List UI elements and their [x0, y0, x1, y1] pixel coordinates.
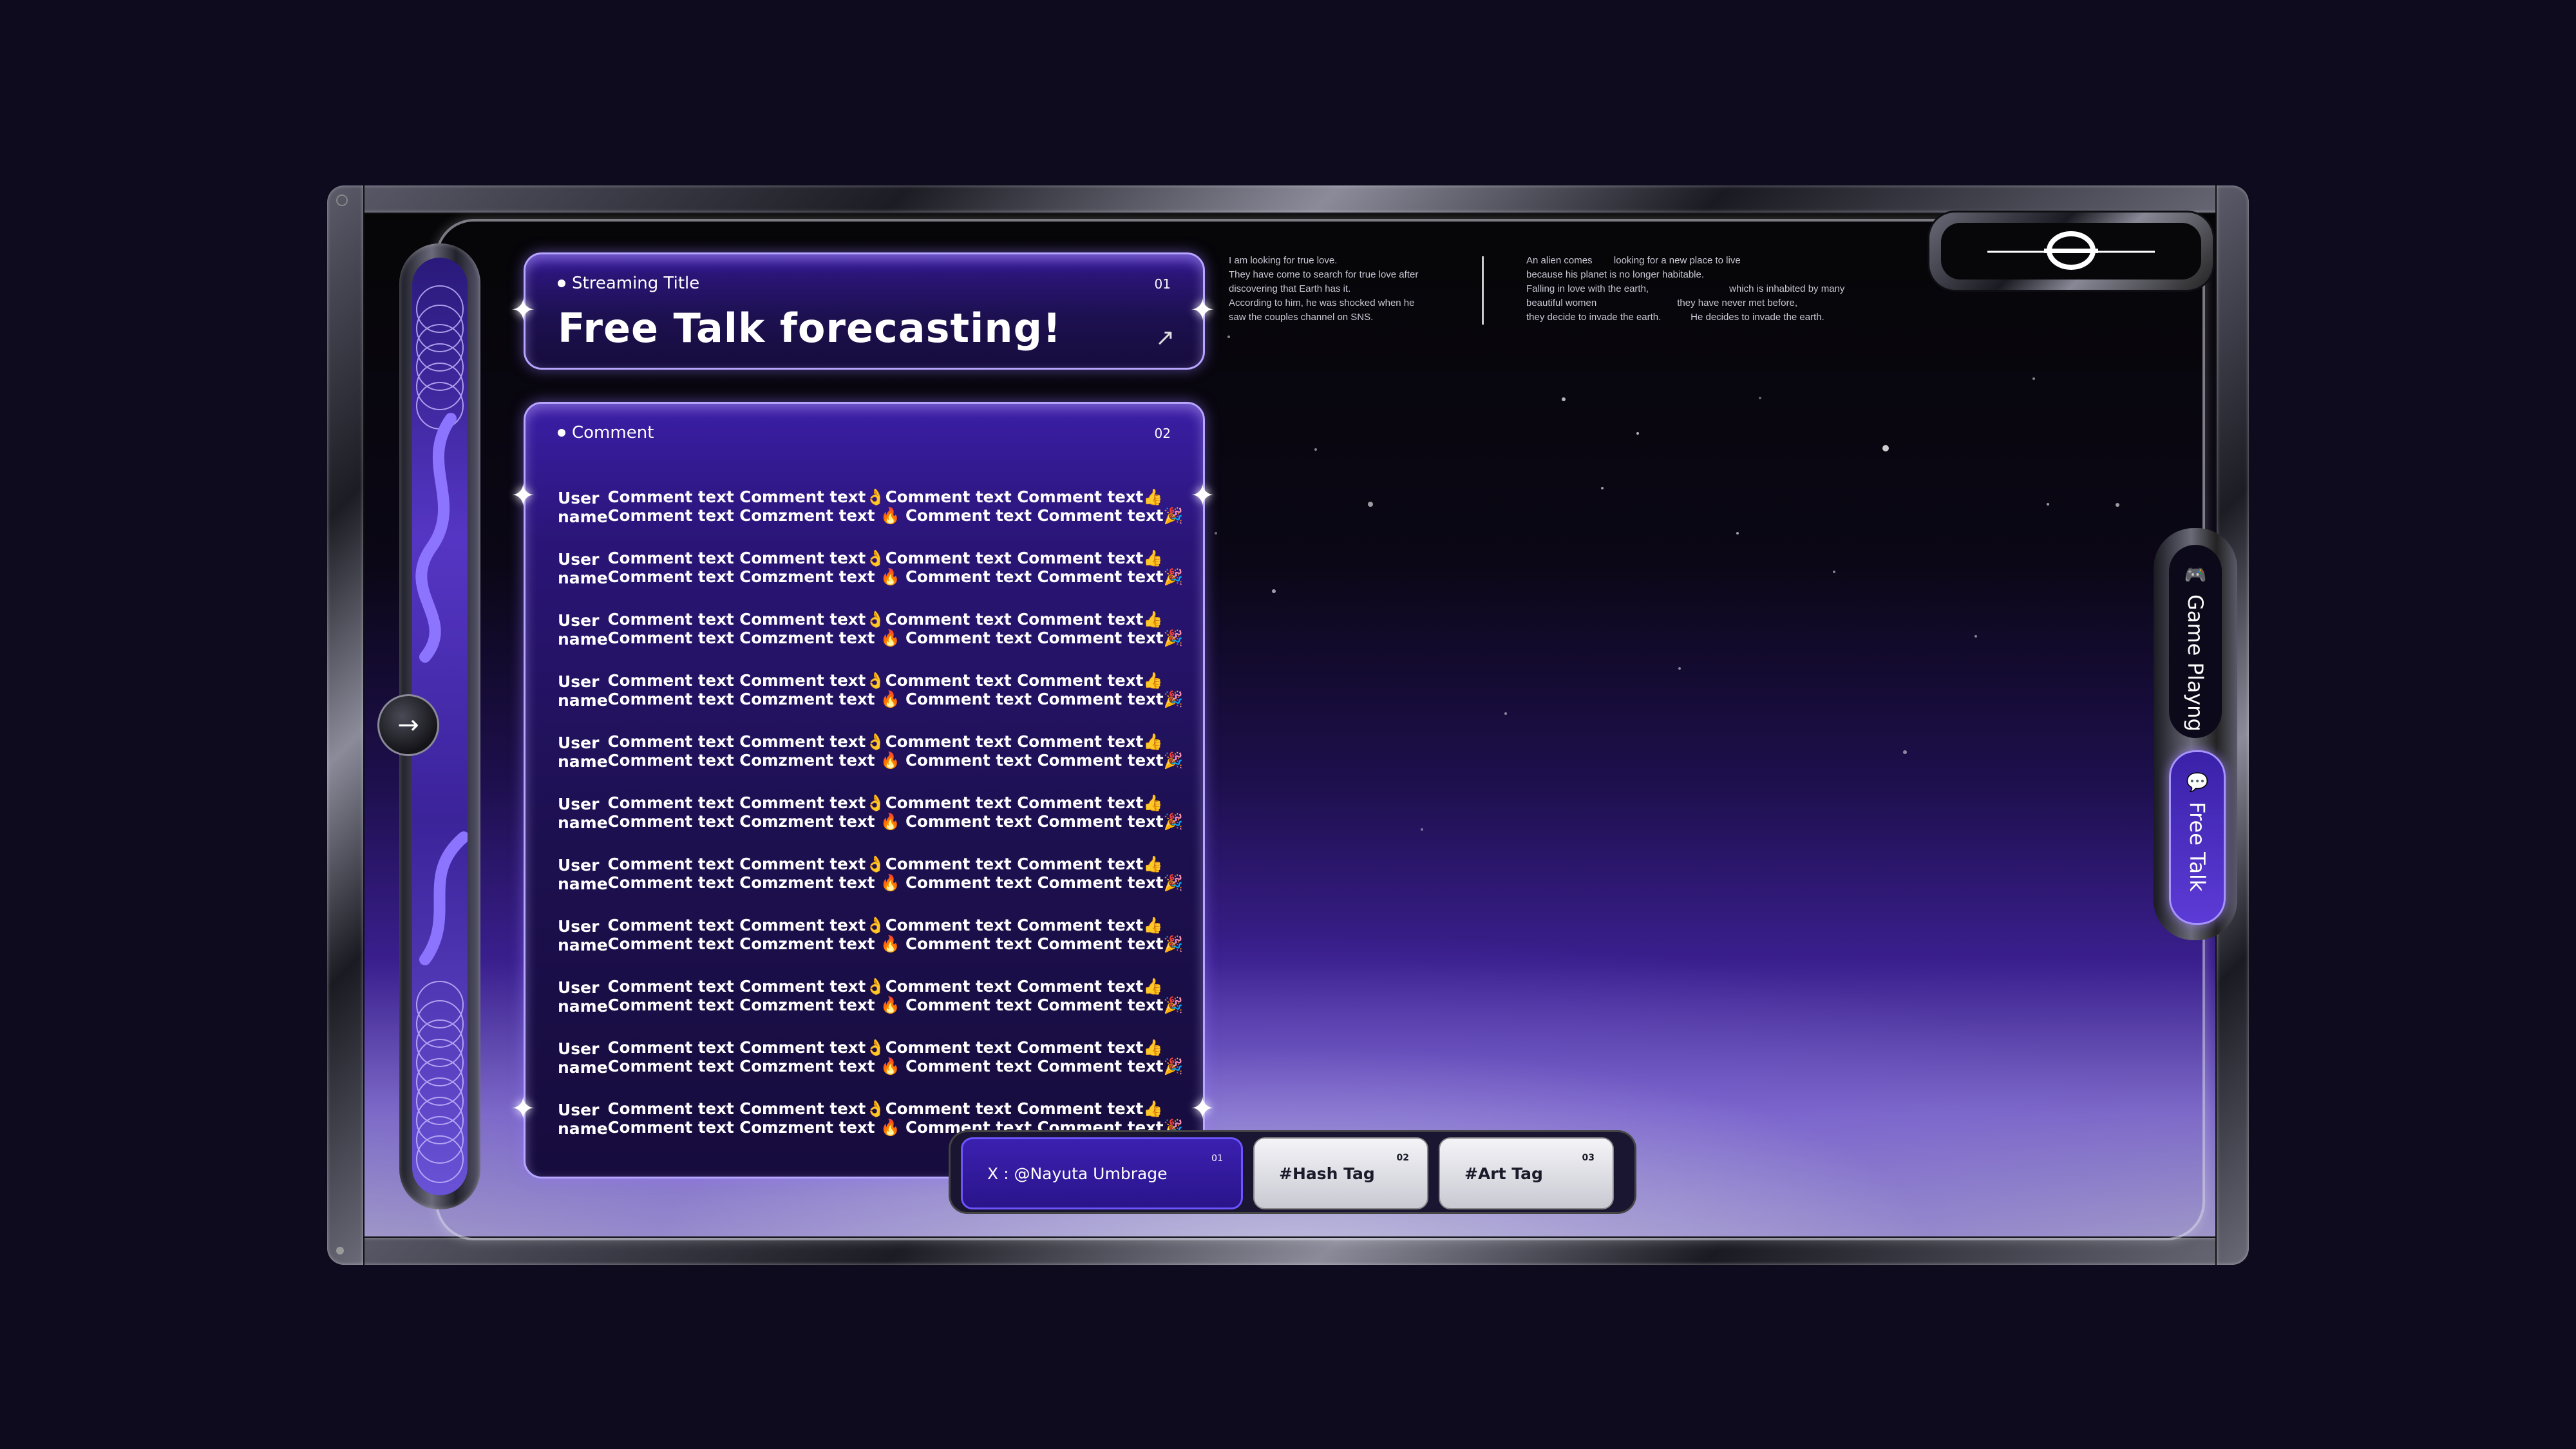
comment-line: Comment text Comzment text 🔥 Comment tex…	[607, 1057, 1184, 1075]
comment-text: Comment text Comment text👌Comment text C…	[608, 610, 1183, 671]
comment-username[interactable]: User name	[558, 488, 608, 549]
story-text-left: I am looking for true love. They have co…	[1229, 255, 1419, 323]
tag-number: 02	[1396, 1153, 1409, 1163]
panel-label: Streaming Title	[558, 274, 699, 293]
comment-line: Comment text Comzment text 🔥 Comment tex…	[607, 690, 1184, 708]
sparkle-icon: ✦	[511, 1091, 536, 1126]
tab-label: Game Playng	[2183, 594, 2208, 732]
arrow-right-button[interactable]: →	[377, 694, 439, 756]
comment-text: Comment text Comment text👌Comment text C…	[608, 855, 1183, 916]
arrow-right-icon: →	[397, 710, 419, 740]
planet-logo-icon	[1987, 231, 2155, 270]
external-link-icon[interactable]: ↗	[1155, 325, 1175, 351]
comment-text: Comment text Comment text👌Comment text C…	[608, 549, 1183, 610]
panel-number: 01	[1154, 276, 1171, 292]
comment-row: User name Comment text Comment text👌Comme…	[558, 671, 1183, 732]
comment-line: Comment text Comzment text 🔥 Comment tex…	[607, 934, 1184, 953]
comment-row: User name Comment text Comment text👌Comme…	[558, 610, 1183, 671]
gamepad-icon: 🎮	[2184, 564, 2207, 585]
comment-row: User name Comment text Comment text👌Comme…	[558, 793, 1183, 855]
comment-line: Comment text Comment text👌Comment text C…	[607, 732, 1163, 751]
social-handle-tag[interactable]: X : @Nayuta Umbrage 01	[961, 1137, 1243, 1209]
comment-line: Comment text Comment text👌Comment text C…	[607, 855, 1163, 873]
comment-text: Comment text Comment text👌Comment text C…	[608, 1038, 1183, 1099]
tab-free-talk[interactable]: 💬 Free Talk	[2169, 750, 2226, 925]
overlay-canvas: → Streaming Title 01 Free Talk forecasti…	[327, 185, 2249, 1265]
frame-left	[327, 185, 363, 1265]
comment-line: Comment text Comment text👌Comment text C…	[607, 793, 1163, 812]
comment-line: Comment text Comzment text 🔥 Comment tex…	[607, 996, 1184, 1014]
comment-line: Comment text Comment text👌Comment text C…	[607, 977, 1163, 996]
comment-line: Comment text Comzment text 🔥 Comment tex…	[607, 812, 1184, 831]
comment-username[interactable]: User name	[558, 671, 608, 732]
sparkle-icon: ✦	[511, 478, 536, 513]
comment-username[interactable]: User name	[558, 977, 608, 1038]
comment-username[interactable]: User name	[558, 732, 608, 793]
comment-line: Comment text Comzment text 🔥 Comment tex…	[607, 567, 1184, 586]
comment-text: Comment text Comment text👌Comment text C…	[608, 671, 1183, 732]
comment-line: Comment text Comment text👌Comment text C…	[607, 549, 1163, 567]
sparkle-icon: ✦	[1190, 292, 1215, 327]
streaming-title-panel: Streaming Title 01 Free Talk forecasting…	[524, 252, 1205, 370]
logo-capsule	[1929, 213, 2213, 290]
frame-bottom	[327, 1238, 2249, 1265]
comment-line: Comment text Comment text👌Comment text C…	[607, 671, 1163, 690]
comment-row: User name Comment text Comment text👌Comme…	[558, 977, 1183, 1038]
sparkle-icon: ✦	[511, 292, 536, 327]
comment-username[interactable]: User name	[558, 610, 608, 671]
hash-tag[interactable]: #Hash Tag 02	[1253, 1137, 1428, 1209]
tab-label: Free Talk	[2185, 802, 2210, 892]
comment-line: Comment text Comment text👌Comment text C…	[607, 610, 1163, 629]
comment-row: User name Comment text Comment text👌Comme…	[558, 916, 1183, 977]
tag-number: 01	[1211, 1153, 1223, 1164]
stream-title: Free Talk forecasting!	[558, 305, 1062, 352]
story-divider	[1482, 256, 1484, 325]
comment-username[interactable]: User name	[558, 793, 608, 855]
comment-text: Comment text Comment text👌Comment text C…	[608, 916, 1183, 977]
corner-dot-icon	[336, 194, 348, 206]
comment-row: User name Comment text Comment text👌Comme…	[558, 549, 1183, 610]
sparkle-icon: ✦	[1190, 478, 1215, 513]
comment-username[interactable]: User name	[558, 1038, 608, 1099]
comment-panel: Comment 02 User name Comment text Comment…	[524, 402, 1205, 1179]
comment-line: Comment text Comment text👌Comment text C…	[607, 1099, 1163, 1118]
comment-row: User name Comment text Comment text👌Comme…	[558, 855, 1183, 916]
comment-line: Comment text Comzment text 🔥 Comment tex…	[607, 751, 1184, 770]
comment-row: User name Comment text Comment text👌Comme…	[558, 732, 1183, 793]
comment-text: Comment text Comment text👌Comment text C…	[608, 793, 1183, 855]
corner-dot-icon	[336, 1247, 344, 1255]
tag-label: X : @Nayuta Umbrage	[987, 1164, 1168, 1183]
comment-row: User name Comment text Comment text👌Comme…	[558, 1038, 1183, 1099]
panel-label: Comment	[558, 423, 654, 442]
tag-number: 03	[1582, 1153, 1595, 1163]
comment-line: Comment text Comzment text 🔥 Comment tex…	[607, 873, 1184, 892]
frame-top	[327, 185, 2249, 213]
comment-username[interactable]: User name	[558, 855, 608, 916]
tag-label: #Art Tag	[1464, 1164, 1543, 1183]
comment-line: Comment text Comment text👌Comment text C…	[607, 1038, 1163, 1057]
panel-number: 02	[1154, 426, 1171, 441]
story-text-right: An alien comes looking for a new place t…	[1526, 255, 1845, 323]
brand-logo	[1941, 223, 2201, 279]
comment-line: Comment text Comzment text 🔥 Comment tex…	[607, 506, 1184, 525]
comment-line: Comment text Comment text👌Comment text C…	[607, 488, 1163, 506]
chat-bubble-icon: 💬	[2186, 772, 2209, 793]
comment-username[interactable]: User name	[558, 549, 608, 610]
comment-text: Comment text Comment text👌Comment text C…	[608, 732, 1183, 793]
comment-username[interactable]: User name	[558, 916, 608, 977]
category-tab-rail: 🎮 Game Playng 💬 Free Talk	[2154, 528, 2237, 940]
tag-label: #Hash Tag	[1279, 1164, 1375, 1183]
comment-line: Comment text Comzment text 🔥 Comment tex…	[607, 629, 1184, 647]
comment-row: User name Comment text Comment text👌Comme…	[558, 488, 1183, 549]
sparkle-icon: ✦	[1190, 1091, 1215, 1126]
comment-username[interactable]: User name	[558, 1099, 608, 1160]
comment-list[interactable]: User name Comment text Comment text👌Comme…	[558, 488, 1183, 1160]
comment-line: Comment text Comment text👌Comment text C…	[607, 916, 1163, 934]
tab-game-playing[interactable]: 🎮 Game Playng	[2169, 545, 2222, 738]
art-tag[interactable]: #Art Tag 03	[1439, 1137, 1614, 1209]
comment-text: Comment text Comment text👌Comment text C…	[608, 488, 1183, 549]
comment-text: Comment text Comment text👌Comment text C…	[608, 977, 1183, 1038]
